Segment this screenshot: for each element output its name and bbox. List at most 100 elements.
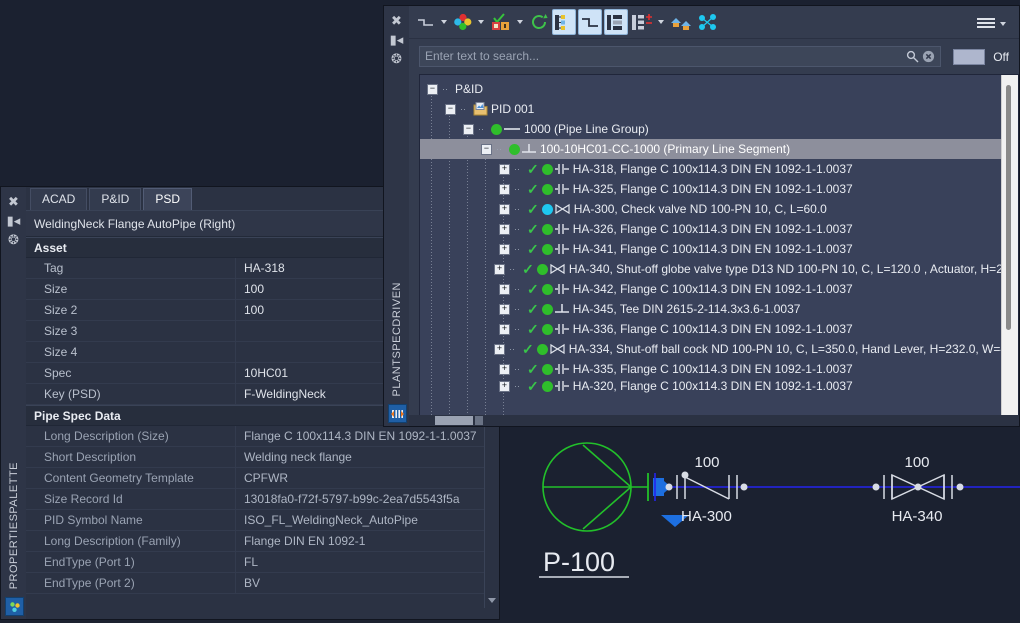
tree-row-HA-320[interactable]: + ·· ✓ HA-320, Flange C 100x114.3 DIN EN… [420,379,1001,393]
tab-psd[interactable]: PSD [143,188,193,210]
tree-expander[interactable]: + [494,263,506,275]
palette-menu-icon[interactable]: ❂ [388,50,406,66]
tree-row-HA-342[interactable]: + ·· ✓ HA-342, Flange C 100x114.3 DIN EN… [420,279,1001,299]
tree-row-pid-001[interactable]: − ·· PID 001 [420,99,1001,119]
connections-button[interactable] [697,10,719,34]
plantspecdriven-badge-icon[interactable] [388,404,407,423]
chevron-down-icon[interactable] [658,20,664,24]
scroll-down-arrow-icon[interactable] [488,598,496,603]
tree-row-HA-325[interactable]: + ·· ✓ HA-325, Flange C 100x114.3 DIN EN… [420,179,1001,199]
tree-expander[interactable]: + [499,163,510,175]
property-row-size-record-id[interactable]: Size Record Id 13018fa0-f72f-5797-b99c-2… [26,489,499,510]
tree-row-pipe-line-group[interactable]: − ·· 1000 (Pipe Line Group) [420,119,1001,139]
tree-horizontal-scrollbar-thumb[interactable] [435,416,473,425]
palette-hamburger-menu[interactable] [977,16,1011,30]
chevron-down-icon[interactable] [517,20,523,24]
tree-row-HA-341[interactable]: + ·· ✓ HA-341, Flange C 100x114.3 DIN EN… [420,239,1001,259]
tree-row-HA-300[interactable]: + ·· ✓ HA-300, Check valve ND 100-PN 10,… [420,199,1001,219]
tab-acad[interactable]: ACAD [30,188,88,210]
tree-expander[interactable]: + [499,363,510,375]
expand-collapse-button[interactable] [630,10,654,34]
tree-row-HA-336[interactable]: + ·· ✓ HA-336, Flange C 100x114.3 DIN EN… [420,319,1001,339]
tree-expander[interactable]: + [499,203,510,215]
tree-guide-dots: ·· [460,104,466,114]
tree-row-label: HA-335, Flange C 100x114.3 DIN EN 1092-1… [572,362,853,376]
hamburger-bar [977,18,995,20]
plantspecdriven-palette[interactable]: ✖ ▮◂ ❂ PLANTSPECDRIVEN Enter text to sea… [383,5,1020,427]
assign-spec-button[interactable] [669,10,695,34]
auto-hide-icon[interactable]: ▮◂ [5,212,23,228]
tree-view-button[interactable] [552,9,576,35]
filter-toggle[interactable]: Off [953,48,1009,65]
validate-button[interactable] [489,10,513,34]
line-view-button[interactable] [578,9,602,35]
property-row-endtype-port-1[interactable]: EndType (Port 1) FL [26,552,499,573]
tree-expander[interactable]: + [499,283,510,295]
check-icon: ✓ [527,181,539,197]
tree-expander[interactable]: − [481,143,492,155]
tab-pid[interactable]: P&ID [89,188,142,210]
tree-row-label: HA-345, Tee DIN 2615-2-114.3x3.6-1.0037 [572,302,801,316]
tree-row-HA-340[interactable]: + ·· ✓ HA-340, Shut-off globe valve type… [420,259,1001,279]
auto-hide-icon[interactable]: ▮◂ [388,31,406,47]
property-row-pid-symbol-name[interactable]: PID Symbol Name ISO_FL_WeldingNeck_AutoP… [26,510,499,531]
tree-vertical-scrollbar-thumb[interactable] [1006,85,1011,330]
valve-icon [549,263,566,275]
tree-expander[interactable]: − [463,123,474,135]
chevron-down-icon[interactable] [478,20,484,24]
filter-toggle-switch[interactable] [953,48,986,65]
tree-expander[interactable]: − [427,83,438,95]
tree-row-HA-318[interactable]: + ·· ✓ HA-318, Flange C 100x114.3 DIN EN… [420,159,1001,179]
tree-row-HA-335[interactable]: + ·· ✓ HA-335, Flange C 100x114.3 DIN EN… [420,359,1001,379]
property-key: Size 3 [26,321,236,341]
tree-row-pid-root[interactable]: − ·· P&ID [420,79,1001,99]
property-key: Size 2 [26,300,236,320]
spec-tree[interactable]: − ·· P&ID − ·· PID 001 − ·· 1000 (Pipe L… [420,75,1001,425]
tree-expander[interactable]: + [499,380,510,392]
tree-row-HA-334[interactable]: + ·· ✓ HA-334, Shut-off ball cock ND 100… [420,339,1001,359]
search-input[interactable]: Enter text to search... [419,46,942,67]
tree-row-label: HA-340, Shut-off globe valve type D13 ND… [568,262,1001,276]
color-by-button[interactable] [452,10,474,34]
chevron-down-icon[interactable] [441,20,447,24]
pid-drawing[interactable]: 100 HA-300 100 HA-340 P-100 [505,425,1020,620]
tree-expander[interactable]: + [499,323,510,335]
tree-expander[interactable]: + [499,223,510,235]
tree-row-label: P&ID [455,82,484,96]
property-value: 13018fa0-f72f-5797-b99c-2ea7d5543f5a [244,492,460,506]
chevron-down-icon[interactable] [1000,22,1006,26]
property-row-content-geometry-template[interactable]: Content Geometry Template CPFWR [26,468,499,489]
spec-toolbar[interactable] [409,6,1019,39]
tree-row-label: HA-318, Flange C 100x114.3 DIN EN 1092-1… [572,162,853,176]
property-row-short-description[interactable]: Short Description Welding neck flange [26,447,499,468]
properties-badge-icon[interactable] [5,597,24,616]
tree-row-primary-line-segment[interactable]: − ·· 100-10HC01-CC-1000 (Primary Line Se… [420,139,1001,159]
status-dot [541,163,553,175]
spec-tree-panel[interactable]: − ·· P&ID − ·· PID 001 − ·· 1000 (Pipe L… [419,74,1019,426]
tree-row-HA-345[interactable]: + ·· ✓ HA-345, Tee DIN 2615-2-114.3x3.6-… [420,299,1001,319]
clear-icon[interactable] [922,50,935,63]
tree-expander[interactable]: + [493,343,505,355]
property-row-long-description-family[interactable]: Long Description (Family) Flange DIN EN … [26,531,499,552]
tree-expander[interactable]: + [499,303,510,315]
line-style-button[interactable] [415,10,437,34]
close-icon[interactable]: ✖ [5,193,23,209]
tree-guide-dots: ·· [508,344,515,354]
search-bar[interactable]: Enter text to search... Off [409,39,1019,74]
palette-menu-icon[interactable]: ❂ [5,231,23,247]
property-row-long-description-size[interactable]: Long Description (Size) Flange C 100x114… [26,426,499,447]
tree-row-HA-326[interactable]: + ·· ✓ HA-326, Flange C 100x114.3 DIN EN… [420,219,1001,239]
filter-toggle-label: Off [993,49,1009,64]
close-icon[interactable]: ✖ [388,12,406,28]
refresh-button[interactable] [528,10,550,34]
tree-expander[interactable]: + [499,183,510,195]
tree-expander[interactable]: − [445,103,456,115]
tree-guide-dots: ·· [496,144,502,154]
tree-horizontal-scrollbar[interactable] [409,415,1019,426]
tree-expander[interactable]: + [499,243,510,255]
property-row-endtype-port-2[interactable]: EndType (Port 2) BV [26,573,499,594]
search-icon[interactable] [906,50,919,63]
tree-vertical-scrollbar[interactable] [1001,75,1018,425]
tree-horizontal-scrollbar-thumb-end[interactable] [475,416,483,425]
list-view-button[interactable] [604,9,628,35]
